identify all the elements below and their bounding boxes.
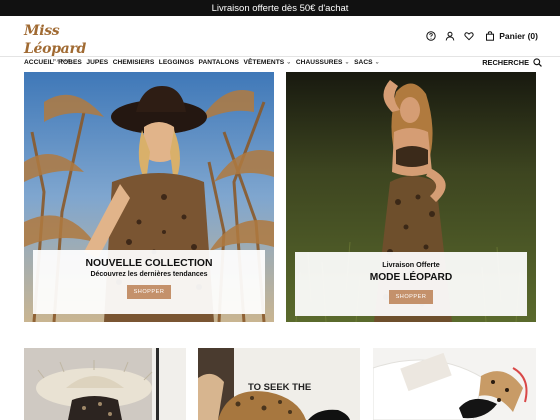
nav-label: JUPES [86, 59, 109, 66]
chevron-down-icon: ⌄ [374, 60, 380, 66]
thumb-photo-sneakers: TO SEEK THE [198, 348, 360, 420]
chevron-down-icon: ⌄ [344, 60, 350, 66]
category-thumb-shoes[interactable]: TO SEEK THE [198, 348, 360, 420]
cart-label: Panier (0) [499, 31, 538, 41]
account-icon[interactable] [444, 31, 455, 42]
nav-item-vetements[interactable]: VÊTEMENTS ⌄ [244, 59, 292, 66]
brand-logo[interactable]: Miss Léopard PARIS [24, 22, 104, 63]
nav-label: VÊTEMENTS [243, 59, 285, 66]
nav-item-robes[interactable]: ROBES [58, 59, 82, 66]
hero-title: NOUVELLE COLLECTION [85, 258, 213, 269]
main-nav: ACCUEIL ROBES JUPES CHEMISIERS LEGGINGS … [0, 56, 560, 72]
thumb-photo-hat [24, 348, 186, 420]
search-icon [533, 58, 542, 67]
announcement-bar: Livraison offerte dès 50€ d'achat [0, 0, 560, 16]
shop-button[interactable]: SHOPPER [389, 290, 433, 304]
category-thumb-hats[interactable] [24, 348, 186, 420]
chevron-down-icon: ⌄ [286, 60, 292, 66]
hero-card: Livraison Offerte MODE LÉOPARD SHOPPER [295, 252, 527, 316]
announcement-text: Livraison offerte dès 50€ d'achat [211, 2, 349, 14]
hero-card: NOUVELLE COLLECTION Découvrez les derniè… [33, 250, 265, 314]
nav-label: SACS [354, 59, 373, 66]
nav-label: PANTALONS [198, 59, 239, 66]
hero-title: MODE LÉOPARD [369, 272, 453, 283]
nav-item-accueil[interactable]: ACCUEIL [24, 59, 54, 66]
search-label: RECHERCHE [482, 58, 529, 67]
wishlist-icon[interactable] [463, 31, 474, 42]
nav-label: ROBES [58, 59, 82, 66]
nav-item-chaussures[interactable]: CHAUSSURES ⌄ [296, 59, 350, 66]
hero-kicker: Livraison Offerte [382, 260, 440, 269]
nav-label: CHEMISIERS [112, 59, 155, 66]
nav-item-sacs[interactable]: SACS ⌄ [354, 59, 380, 66]
cart-button[interactable]: Panier (0) [484, 31, 538, 42]
nav-item-pantalons[interactable]: PANTALONS [199, 59, 240, 66]
hero-subtitle: Découvrez les dernières tendances [90, 271, 208, 278]
bag-icon [484, 31, 495, 42]
nav-label: LEGGINGS [158, 59, 194, 66]
nav-item-chemisiers[interactable]: CHEMISIERS [113, 59, 155, 66]
thumb-photo-accessories [373, 348, 536, 420]
brand-name: Miss Léopard [24, 23, 87, 57]
help-icon[interactable] [425, 31, 436, 42]
shop-button[interactable]: SHOPPER [127, 285, 171, 299]
category-thumb-bags[interactable] [373, 348, 536, 420]
search-button[interactable]: RECHERCHE [482, 58, 542, 67]
nav-item-leggings[interactable]: LEGGINGS [159, 59, 194, 66]
header-actions: Panier (0) [425, 28, 538, 44]
nav-label: CHAUSSURES [295, 59, 343, 66]
nav-label: ACCUEIL [24, 59, 54, 66]
site-header: Miss Léopard PARIS Panier (0) [0, 16, 560, 63]
hero-mode-leopard[interactable]: Livraison Offerte MODE LÉOPARD SHOPPER [286, 72, 536, 322]
nav-item-jupes[interactable]: JUPES [86, 59, 108, 66]
hero-new-collection[interactable]: NOUVELLE COLLECTION Découvrez les derniè… [24, 72, 274, 322]
